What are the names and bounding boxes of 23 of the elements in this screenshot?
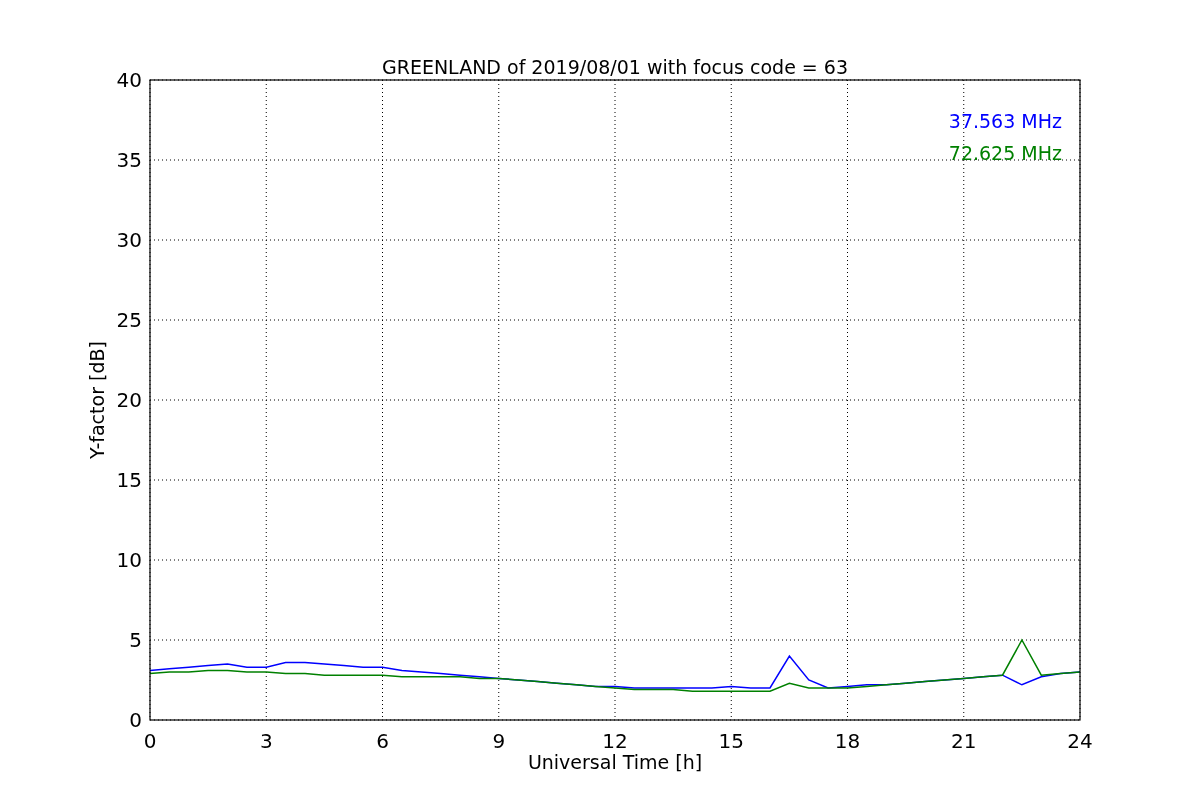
tick-label: 30 <box>116 228 142 252</box>
tick-label: 21 <box>951 729 977 753</box>
tick-label: 20 <box>116 388 142 412</box>
tick-label: 3 <box>259 729 273 753</box>
axis-label: Y-factor [dB] <box>86 341 108 459</box>
legend-label: 72.625 MHz <box>948 142 1062 164</box>
axis-label: Universal Time [h] <box>527 751 703 773</box>
tick-label: 18 <box>834 729 861 753</box>
tick-label: 0 <box>129 708 142 732</box>
tick-label: 40 <box>116 68 142 92</box>
tick-label: 24 <box>1067 729 1093 753</box>
tick-label: 9 <box>492 729 506 753</box>
tick-label: 15 <box>718 729 744 753</box>
tick-label: 15 <box>116 468 142 492</box>
chart-title: GREENLAND of 2019/08/01 with focus code = 63 <box>382 56 848 78</box>
tick-label: 12 <box>602 729 628 753</box>
tick-label: 25 <box>116 308 142 332</box>
tick-label: 10 <box>116 548 142 572</box>
tick-label: 5 <box>129 628 142 652</box>
tick-label: 0 <box>143 729 157 753</box>
tick-label: 6 <box>376 729 389 753</box>
legend-label: 37.563 MHz <box>948 110 1062 132</box>
tick-label: 35 <box>116 148 142 172</box>
